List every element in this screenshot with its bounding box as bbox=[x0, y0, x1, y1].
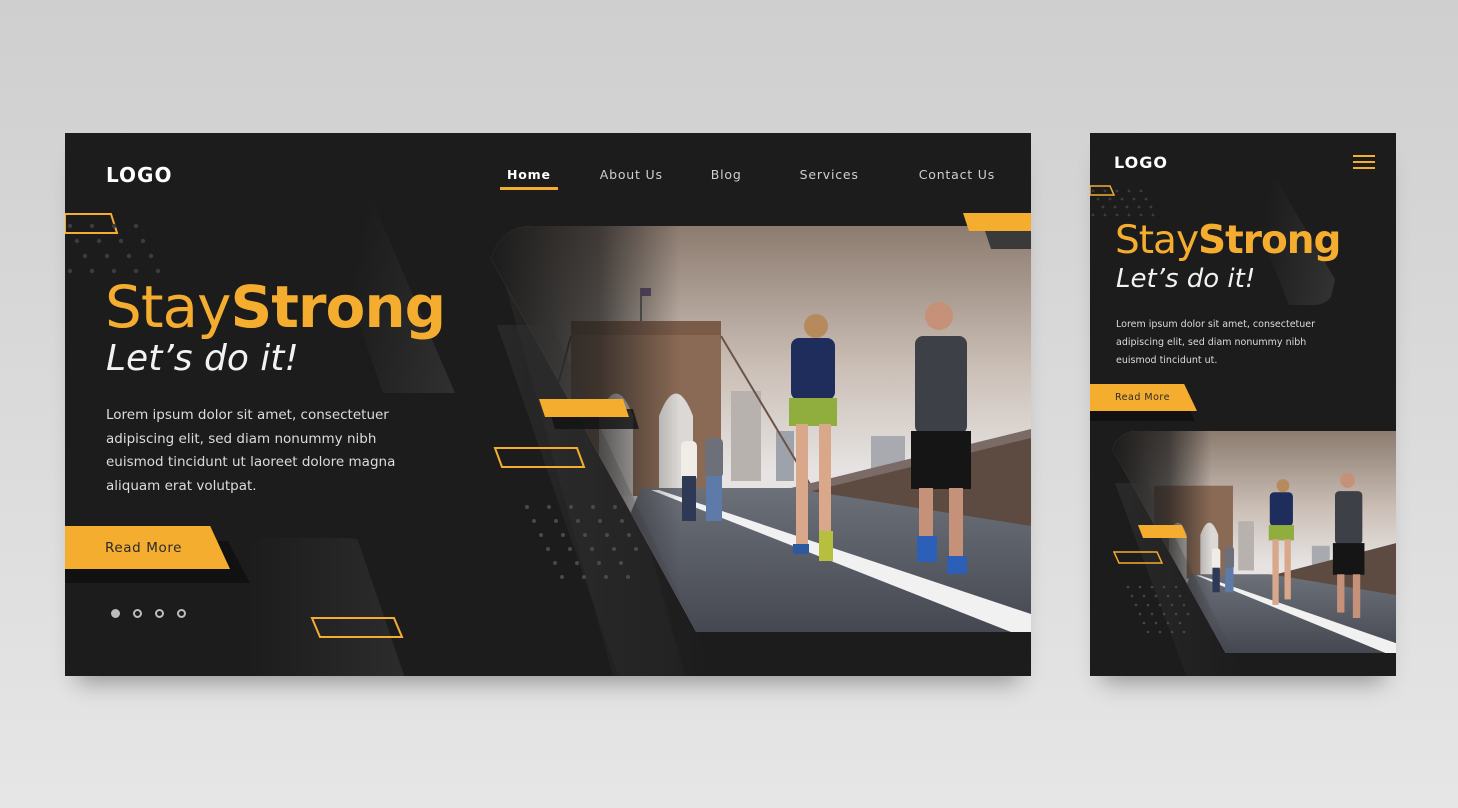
dot-grid-decor bbox=[1126, 585, 1190, 634]
main-nav: Home About Us Blog Services Contact Us bbox=[500, 167, 995, 190]
hero-title-light: Stay bbox=[1115, 218, 1199, 263]
nav-item-about-us[interactable]: About Us bbox=[600, 167, 663, 182]
hamburger-icon-bar bbox=[1353, 161, 1375, 163]
read-more-label: Read More bbox=[1115, 392, 1170, 403]
pagination-dot-3[interactable] bbox=[155, 609, 164, 618]
filled-parallelogram-decor bbox=[539, 399, 639, 429]
hero-subtitle: Let’s do it! bbox=[106, 338, 299, 379]
pagination-dot-2[interactable] bbox=[133, 609, 142, 618]
read-more-button[interactable]: Read More bbox=[65, 526, 230, 569]
hero-title-light: Stay bbox=[105, 273, 231, 341]
logo[interactable]: LOGO bbox=[1114, 153, 1168, 172]
hero-title: StayStrong bbox=[105, 273, 446, 341]
hero-body-text: Lorem ipsum dolor sit amet, consectetuer… bbox=[106, 404, 395, 498]
hamburger-icon bbox=[1353, 155, 1375, 157]
pagination-dot-4[interactable] bbox=[177, 609, 186, 618]
decorative-streak bbox=[295, 133, 455, 393]
desktop-landing-page: LOGO Home About Us Blog Services Contact… bbox=[65, 133, 1031, 676]
nav-item-home[interactable]: Home bbox=[500, 167, 558, 190]
hamburger-icon-bar bbox=[1353, 167, 1375, 169]
logo[interactable]: LOGO bbox=[106, 163, 172, 187]
body-line: euismod tincidunt ut. bbox=[1116, 355, 1218, 366]
read-more-label: Read More bbox=[105, 539, 183, 556]
read-more-button[interactable]: Read More bbox=[1090, 384, 1197, 411]
body-line: euismod tincidunt ut laoreet dolore magn… bbox=[106, 454, 396, 470]
hero-title-bold: Strong bbox=[230, 273, 446, 341]
decorative-streak bbox=[245, 538, 405, 676]
hamburger-menu-button[interactable] bbox=[1353, 155, 1375, 169]
hero-title-bold: Strong bbox=[1198, 218, 1341, 263]
outline-parallelogram-decor bbox=[493, 447, 586, 468]
hero-subtitle: Let’s do it! bbox=[1116, 264, 1256, 294]
body-line: Lorem ipsum dolor sit amet, consectetuer bbox=[1116, 319, 1316, 330]
mobile-landing-page: LOGO StayStrong Let’s do it! Lorem ipsum… bbox=[1090, 133, 1396, 676]
carousel-pagination bbox=[111, 609, 186, 618]
filled-parallelogram-decor bbox=[1138, 525, 1187, 538]
body-line: Lorem ipsum dolor sit amet, consectetuer bbox=[106, 407, 389, 423]
pagination-dot-1[interactable] bbox=[111, 609, 120, 618]
body-line: adipiscing elit, sed diam nonummy nibh bbox=[1116, 337, 1307, 348]
outline-parallelogram-decor bbox=[1113, 551, 1164, 564]
outline-parallelogram-decor bbox=[310, 617, 404, 638]
nav-item-blog[interactable]: Blog bbox=[711, 167, 742, 182]
body-line: aliquam erat volutpat. bbox=[106, 477, 257, 494]
filled-parallelogram-decor bbox=[963, 213, 1031, 249]
nav-item-contact-us[interactable]: Contact Us bbox=[919, 167, 995, 182]
nav-item-services[interactable]: Services bbox=[800, 167, 859, 182]
dot-grid-decor bbox=[67, 223, 161, 274]
dot-grid-decor bbox=[525, 505, 638, 579]
dot-grid-decor bbox=[1091, 189, 1155, 217]
hero-body-text: Lorem ipsum dolor sit amet, consectetuer… bbox=[1116, 316, 1315, 370]
body-line: adipiscing elit, sed diam nonummy nibh bbox=[106, 430, 377, 447]
hero-title: StayStrong bbox=[1115, 218, 1341, 263]
